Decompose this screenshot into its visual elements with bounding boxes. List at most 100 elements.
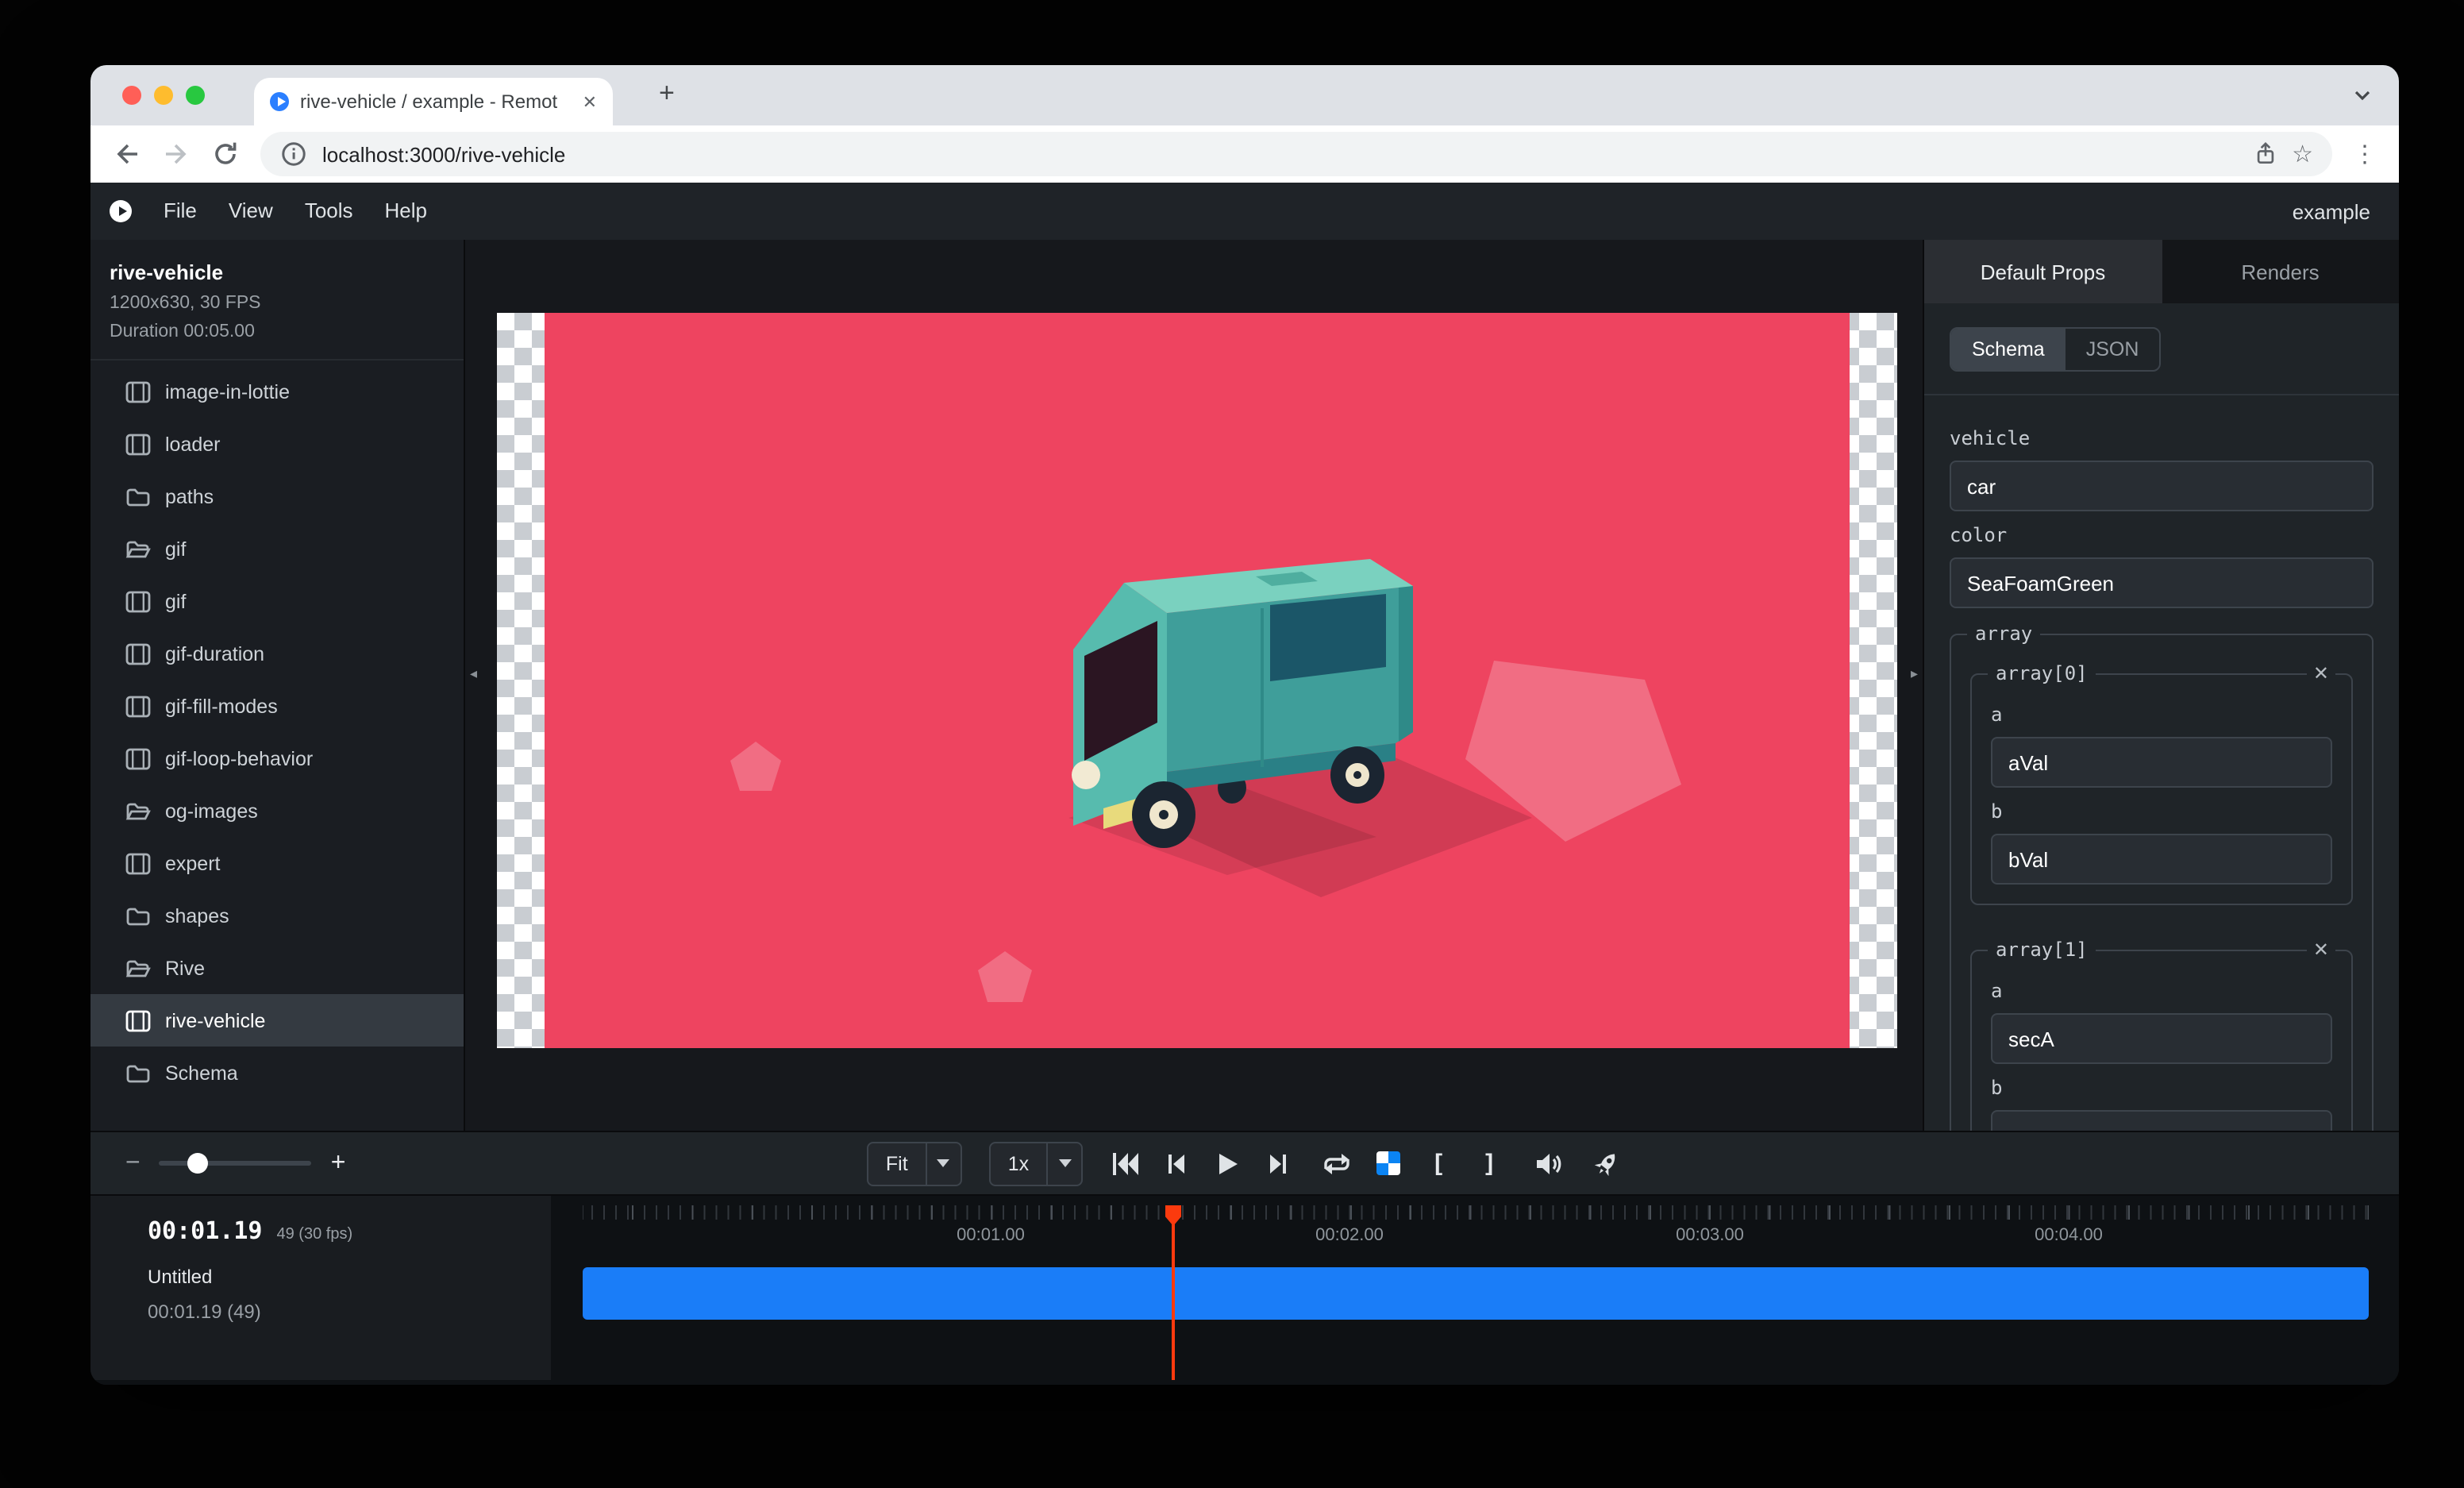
- app-main: rive-vehicle 1200x630, 30 FPS Duration 0…: [90, 240, 2399, 1131]
- zoom-slider-knob[interactable]: [188, 1153, 209, 1174]
- remove-array-item-0-icon[interactable]: ✕: [2307, 662, 2335, 684]
- sidebar-item-gif[interactable]: gif: [90, 575, 464, 627]
- transparency-checkerboard-toggle[interactable]: [1372, 1147, 1403, 1179]
- bookmark-star-icon[interactable]: ☆: [2292, 140, 2313, 168]
- browser-tab[interactable]: rive-vehicle / example - Remot ✕: [254, 78, 613, 125]
- sidebar-item-image-in-lottie[interactable]: image-in-lottie: [90, 365, 464, 418]
- volume-icon[interactable]: [1532, 1147, 1564, 1179]
- sidebar-item-shapes[interactable]: shapes: [90, 889, 464, 942]
- array-0-b-label: b: [1991, 800, 2332, 823]
- ruler-ticks[interactable]: [583, 1205, 2369, 1220]
- tab-favicon-icon: [270, 92, 289, 111]
- ruler-label: 00:02.00: [1315, 1226, 1384, 1245]
- collapse-left-panel-icon[interactable]: ◂: [470, 665, 477, 683]
- array-1-a-label: a: [1991, 980, 2332, 1002]
- loop-toggle-icon[interactable]: [1321, 1147, 1353, 1179]
- set-out-point-button[interactable]: ]: [1473, 1147, 1505, 1179]
- reload-icon[interactable]: [211, 140, 240, 168]
- array-0-a-field[interactable]: [1991, 737, 2332, 788]
- next-frame-button[interactable]: [1262, 1147, 1294, 1179]
- composition-resolution: 1200x630, 30 FPS: [110, 294, 445, 313]
- sidebar-item-gif-fill-modes[interactable]: gif-fill-modes: [90, 680, 464, 732]
- ruler-label: 00:03.00: [1676, 1226, 1744, 1245]
- playhead-handle[interactable]: [1165, 1205, 1181, 1226]
- fit-dropdown[interactable]: Fit: [867, 1141, 962, 1185]
- tab-renders[interactable]: Renders: [2162, 240, 2399, 303]
- fit-dropdown-caret[interactable]: [926, 1143, 961, 1184]
- vehicle-field[interactable]: [1950, 461, 2374, 511]
- menu-view[interactable]: View: [213, 183, 289, 240]
- composition-icon: [125, 747, 151, 769]
- tab-list-chevron-icon[interactable]: [2351, 84, 2374, 106]
- menu-file[interactable]: File: [148, 183, 213, 240]
- sidebar-header: rive-vehicle 1200x630, 30 FPS Duration 0…: [90, 240, 464, 360]
- browser-address-bar: localhost:3000/rive-vehicle ☆ ⋮: [90, 125, 2399, 183]
- maximize-window-button[interactable]: [186, 86, 205, 105]
- folder-icon: [125, 1062, 151, 1084]
- sidebar-item-paths[interactable]: paths: [90, 470, 464, 522]
- array-item-1-label: array[1]: [1988, 939, 2096, 961]
- timeline-ruler-area[interactable]: 00:01.00 00:02.00 00:03.00 00:04.00: [583, 1196, 2399, 1385]
- composition-icon: [125, 852, 151, 874]
- close-window-button[interactable]: [122, 86, 141, 105]
- zoom-controls: − +: [125, 1149, 345, 1178]
- current-time: 00:01.19: [148, 1216, 263, 1245]
- new-tab-button[interactable]: +: [659, 79, 675, 108]
- sidebar-item-loader[interactable]: loader: [90, 418, 464, 470]
- ruler-label: 00:01.00: [957, 1226, 1025, 1245]
- composition-icon: [125, 1009, 151, 1031]
- jump-to-start-button[interactable]: [1110, 1147, 1142, 1179]
- sidebar-item-expert[interactable]: expert: [90, 837, 464, 889]
- back-icon[interactable]: [113, 140, 141, 168]
- chevron-down-icon: [1058, 1159, 1071, 1167]
- sidebar-item-schema[interactable]: Schema: [90, 1047, 464, 1099]
- color-field[interactable]: [1950, 557, 2374, 608]
- sidebar-item-gif-duration[interactable]: gif-duration: [90, 627, 464, 680]
- track-time: 00:01.19 (49): [148, 1301, 551, 1323]
- array-1-a-field[interactable]: [1991, 1013, 2332, 1064]
- menu-tools[interactable]: Tools: [289, 183, 369, 240]
- sidebar-item-gif-folder[interactable]: gif: [90, 522, 464, 575]
- playhead[interactable]: [1172, 1209, 1175, 1380]
- play-button[interactable]: [1211, 1147, 1243, 1179]
- chevron-down-icon: [937, 1159, 950, 1167]
- sidebar-item-rive-folder[interactable]: Rive: [90, 942, 464, 994]
- zoom-in-button[interactable]: +: [331, 1149, 346, 1178]
- tab-default-props[interactable]: Default Props: [1924, 240, 2162, 303]
- speed-dropdown-caret[interactable]: [1046, 1143, 1081, 1184]
- browser-menu-icon[interactable]: ⋮: [2353, 140, 2377, 168]
- forward-icon[interactable]: [162, 140, 191, 168]
- url-text[interactable]: localhost:3000/rive-vehicle: [322, 142, 2238, 166]
- composition-icon: [125, 642, 151, 665]
- array-1-b-field[interactable]: [1991, 1110, 2332, 1131]
- timeline-track-bar[interactable]: [583, 1267, 2369, 1320]
- share-icon[interactable]: [2252, 141, 2277, 167]
- menu-help[interactable]: Help: [369, 183, 444, 240]
- speed-dropdown[interactable]: 1x: [989, 1141, 1083, 1185]
- browser-window: rive-vehicle / example - Remot ✕ +: [90, 65, 2399, 1385]
- array-0-b-field[interactable]: [1991, 834, 2332, 885]
- tab-close-icon[interactable]: ✕: [583, 91, 597, 112]
- site-info-icon[interactable]: [279, 140, 308, 168]
- sidebar-item-rive-vehicle[interactable]: rive-vehicle: [90, 994, 464, 1047]
- collapse-right-panel-icon[interactable]: ▸: [1911, 665, 1918, 683]
- color-label: color: [1950, 524, 2374, 546]
- schema-json-toggle: Schema JSON: [1950, 327, 2161, 372]
- array-1-b-label: b: [1991, 1077, 2332, 1099]
- url-bar[interactable]: localhost:3000/rive-vehicle ☆: [260, 132, 2332, 176]
- timeline: 00:01.19 49 (30 fps) Untitled 00:01.19 (…: [90, 1194, 2399, 1385]
- remove-array-item-1-icon[interactable]: ✕: [2307, 939, 2335, 961]
- composition-icon: [125, 380, 151, 403]
- set-in-point-button[interactable]: [: [1423, 1147, 1454, 1179]
- previous-frame-button[interactable]: [1161, 1147, 1192, 1179]
- zoom-slider[interactable]: [160, 1161, 312, 1166]
- app-logo-icon[interactable]: [110, 200, 132, 222]
- render-rocket-icon[interactable]: [1584, 1141, 1629, 1185]
- minimize-window-button[interactable]: [154, 86, 173, 105]
- tab-json[interactable]: JSON: [2066, 329, 2160, 370]
- composition-list: image-in-lottie loader paths gif: [90, 360, 464, 1099]
- sidebar-item-gif-loop-behavior[interactable]: gif-loop-behavior: [90, 732, 464, 784]
- sidebar-item-og-images[interactable]: og-images: [90, 784, 464, 837]
- tab-schema[interactable]: Schema: [1951, 329, 2066, 370]
- zoom-out-button[interactable]: −: [125, 1149, 141, 1178]
